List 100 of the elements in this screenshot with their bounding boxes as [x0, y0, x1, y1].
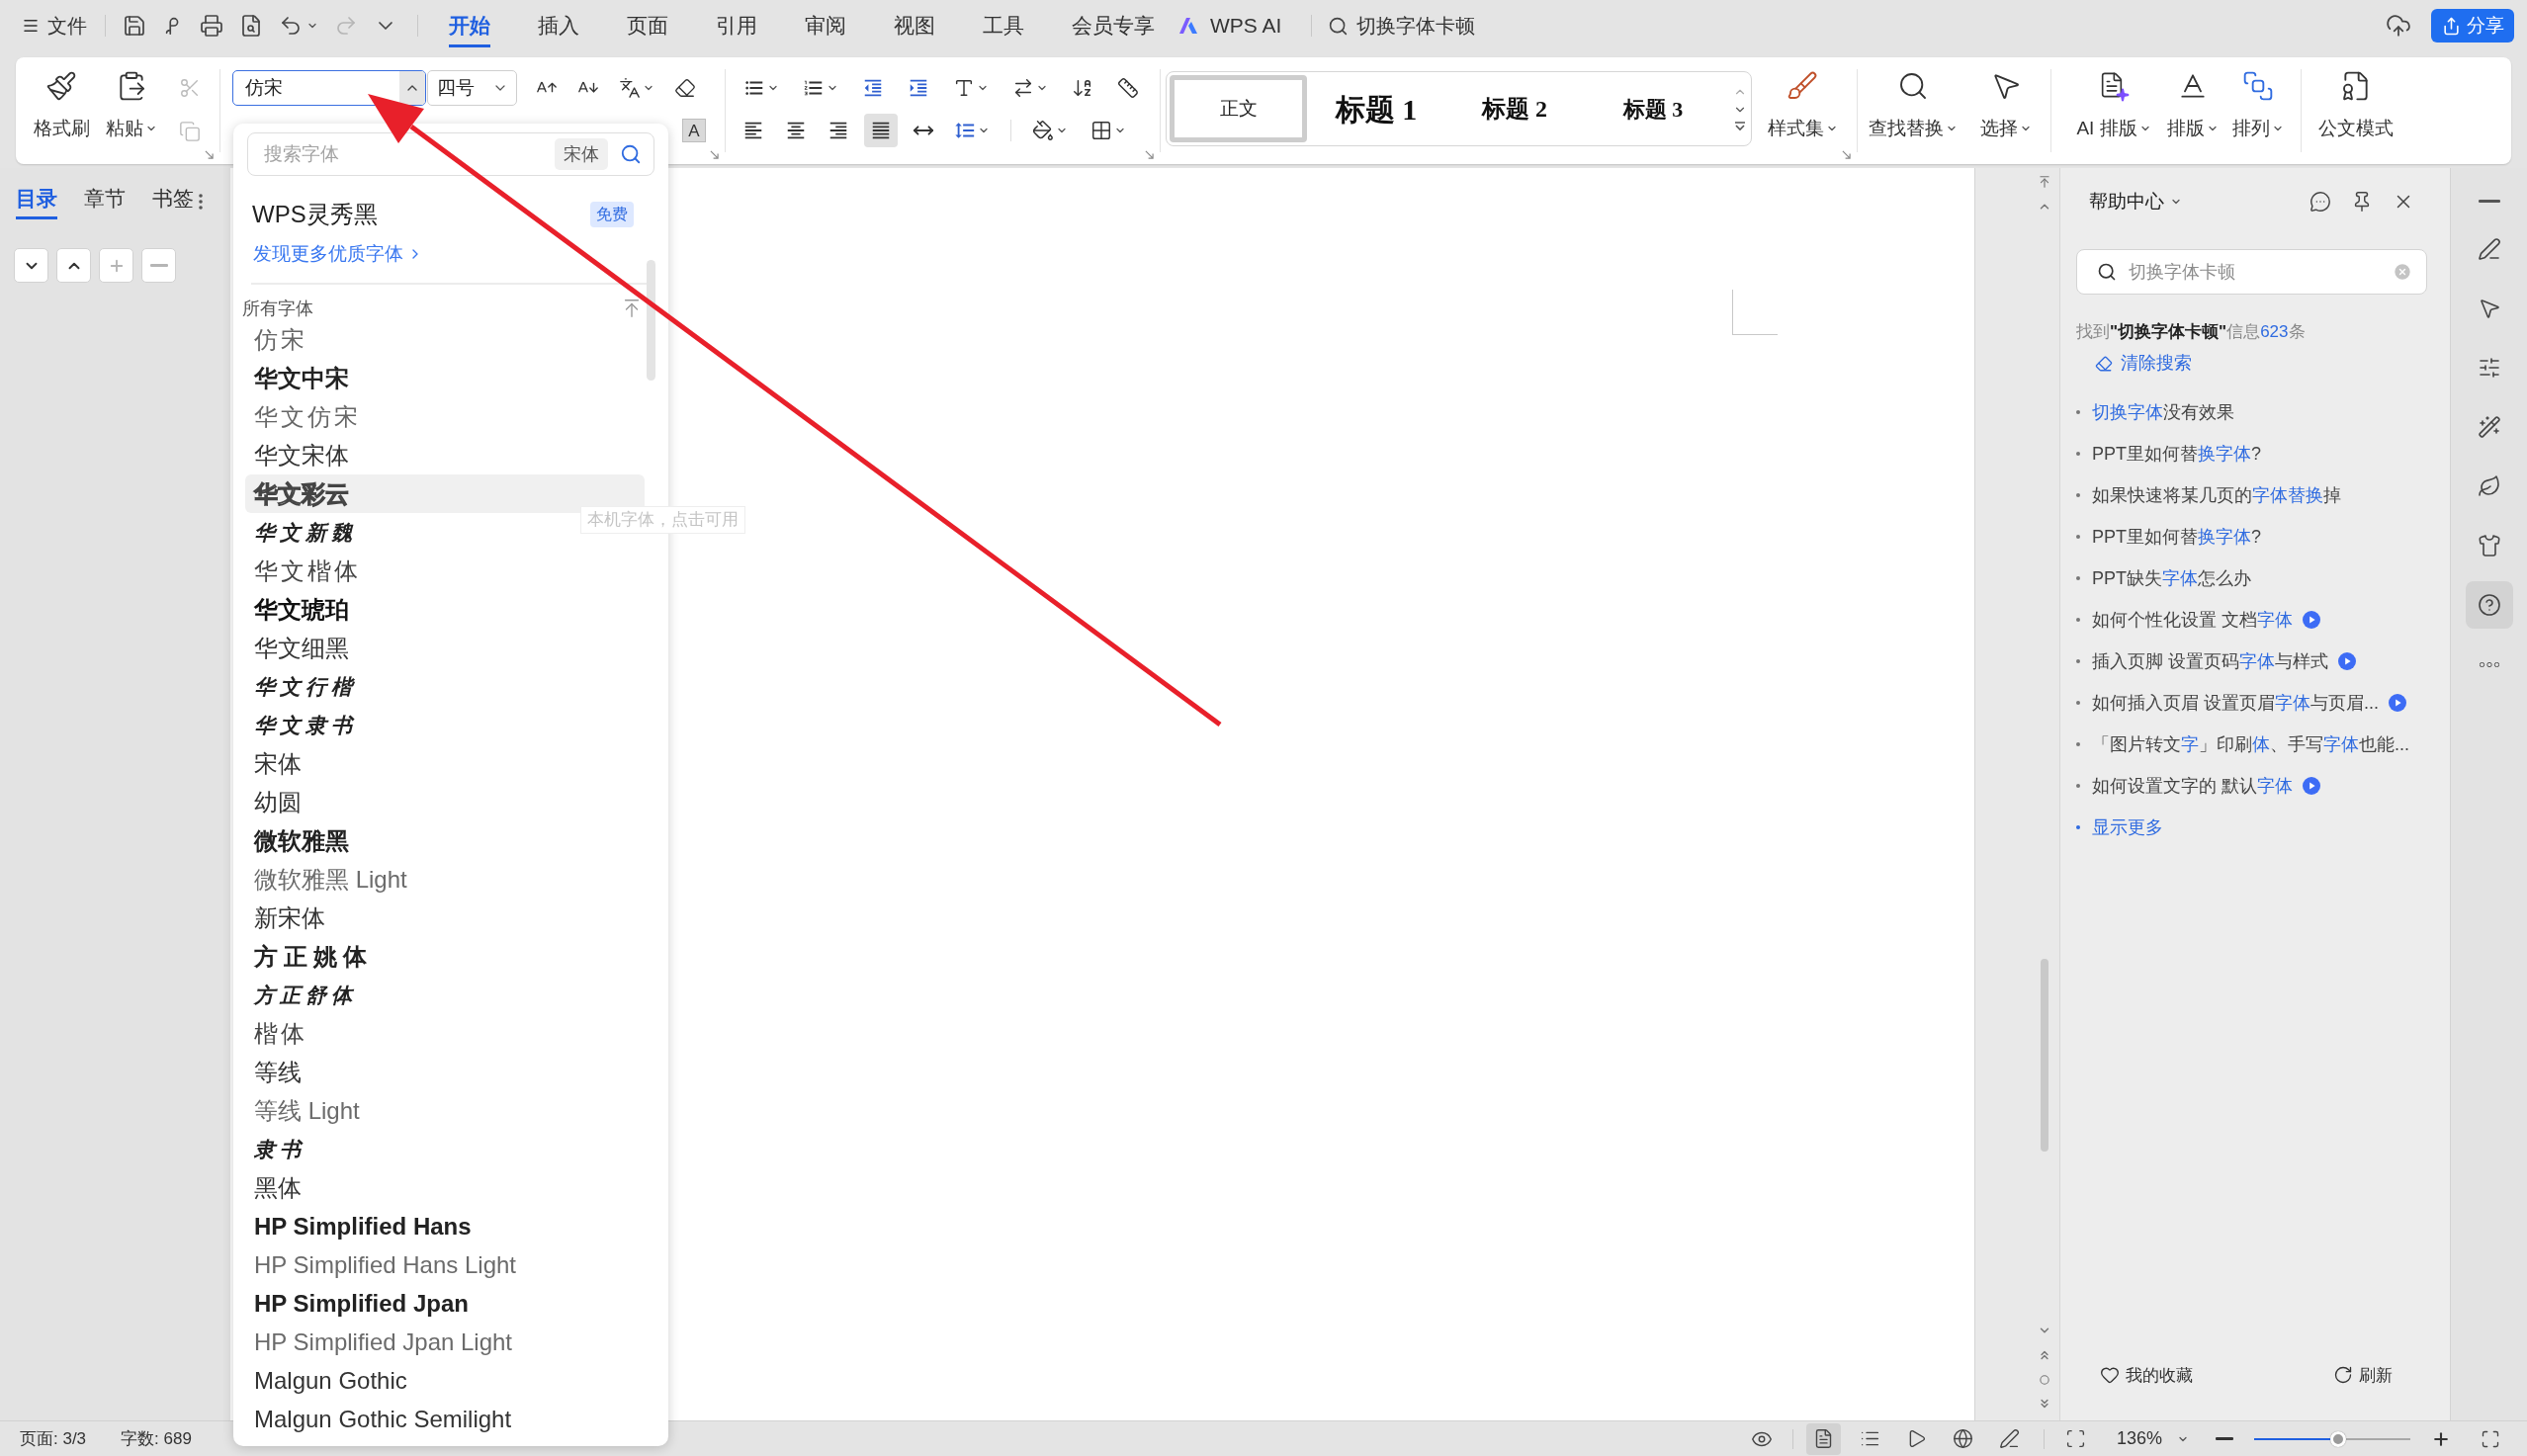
- view-mode-button[interactable]: [1805, 1422, 1841, 1455]
- scrollbar-thumb[interactable]: [2041, 959, 2048, 1152]
- search-icon[interactable]: [620, 143, 642, 165]
- help-article-link[interactable]: 切换字体没有效果: [2092, 398, 2234, 426]
- ai-tab[interactable]: WPS AI: [1178, 0, 1282, 51]
- chat-icon[interactable]: [2309, 191, 2331, 213]
- help-article-link[interactable]: 如何设置文字的 默认字体: [2092, 772, 2293, 800]
- font-option[interactable]: 华文中宋: [245, 359, 645, 397]
- style-item[interactable]: 标题 3: [1584, 75, 1722, 142]
- side-tool-button[interactable]: [2465, 581, 2513, 629]
- menu-tab[interactable]: 引用: [692, 0, 781, 51]
- menu-tab[interactable]: 开始: [425, 0, 514, 51]
- collapse-button[interactable]: [14, 248, 48, 283]
- slider-thumb[interactable]: [2330, 1430, 2347, 1447]
- font-option[interactable]: 新宋体: [245, 899, 645, 937]
- play-icon[interactable]: [2303, 777, 2320, 795]
- fullscreen-icon[interactable]: [2481, 1428, 2500, 1449]
- font-option[interactable]: 华文琥珀: [245, 590, 645, 629]
- menu-tab[interactable]: 工具: [959, 0, 1048, 51]
- help-article-link[interactable]: 如何个性化设置 文档字体: [2092, 606, 2293, 634]
- next-page-icon[interactable]: [2038, 1397, 2051, 1411]
- font-option[interactable]: 华文行楷: [245, 667, 645, 706]
- line-spacing-icon[interactable]: [954, 120, 976, 141]
- featured-font-option[interactable]: WPS灵秀黑: [252, 197, 378, 232]
- help-article-link[interactable]: 插入页脚 设置页码字体与样式: [2092, 647, 2328, 675]
- menu-tab[interactable]: 会员专享: [1048, 0, 1178, 51]
- expand-gallery-icon[interactable]: [1734, 121, 1746, 132]
- scrollbar-thumb[interactable]: [647, 260, 655, 381]
- eraser-icon[interactable]: [674, 77, 696, 99]
- paint-bucket-icon[interactable]: [1032, 120, 1054, 141]
- cloud-upload-icon[interactable]: [2386, 13, 2411, 39]
- font-option[interactable]: 华文宋体: [245, 436, 645, 474]
- font-option[interactable]: 幼圆: [245, 783, 645, 821]
- font-option[interactable]: 仿宋: [245, 320, 645, 359]
- font-option[interactable]: 方正姚体: [245, 937, 645, 976]
- font-option[interactable]: HP Simplified Jpan: [245, 1284, 645, 1323]
- file-menu[interactable]: 文件: [22, 16, 87, 36]
- zoom-slider[interactable]: [2254, 1430, 2410, 1447]
- sort-icon[interactable]: [1072, 77, 1093, 99]
- font-option[interactable]: HP Simplified Jpan Light: [245, 1323, 645, 1361]
- font-option[interactable]: 微软雅黑: [245, 821, 645, 860]
- discover-fonts-link[interactable]: 发现更多优质字体: [253, 241, 423, 267]
- font-option[interactable]: Malgun Gothic Semilight: [245, 1400, 645, 1438]
- font-option[interactable]: 华文楷体: [245, 552, 645, 590]
- share-button[interactable]: 分享: [2431, 9, 2514, 43]
- font-option[interactable]: HP Simplified Hans: [245, 1207, 645, 1245]
- ai-layout-button[interactable]: AI 排版: [2073, 57, 2154, 164]
- style-item[interactable]: 标题 2: [1445, 75, 1584, 142]
- play-icon[interactable]: [2303, 611, 2320, 629]
- favorites-button[interactable]: 我的收藏: [2100, 1362, 2193, 1388]
- swap-arrows-icon[interactable]: [1012, 77, 1034, 99]
- search-field[interactable]: 切换字体卡顿: [1328, 8, 1484, 43]
- typesetting-button[interactable]: 排版: [2166, 57, 2220, 164]
- previous-page-icon[interactable]: [2038, 1348, 2051, 1362]
- ruler-icon[interactable]: [1117, 77, 1139, 99]
- format-painter-button[interactable]: 格式刷: [32, 57, 91, 164]
- font-chip[interactable]: 宋体: [555, 138, 608, 170]
- menu-tab[interactable]: 页面: [603, 0, 692, 51]
- printer-icon[interactable]: [200, 14, 223, 38]
- find-replace-button[interactable]: 查找替换: [1869, 57, 1958, 164]
- document-search-icon[interactable]: [239, 14, 263, 38]
- sidebar-tab[interactable]: 章节: [84, 186, 126, 219]
- font-option[interactable]: 方正舒体: [245, 976, 645, 1014]
- font-option[interactable]: 华文隶书: [245, 706, 645, 744]
- letter-t-icon[interactable]: [953, 77, 975, 99]
- translate-icon[interactable]: [619, 77, 641, 99]
- dialog-launcher-icon[interactable]: [1145, 150, 1154, 159]
- font-option[interactable]: 宋体: [245, 744, 645, 783]
- font-name-combobox[interactable]: 仿宋: [232, 70, 426, 106]
- help-article-link[interactable]: 「图片转文字」印刷体、手写字体也能...: [2092, 730, 2409, 758]
- indent-decrease-icon[interactable]: [862, 77, 884, 99]
- dialog-launcher-icon[interactable]: [710, 150, 719, 159]
- zoom-level-button[interactable]: 136%: [2116, 1425, 2189, 1452]
- arrange-button[interactable]: 排列: [2231, 57, 2285, 164]
- font-option[interactable]: HP Simplified Hans Light: [245, 1245, 645, 1284]
- font-option[interactable]: 华文细黑: [245, 629, 645, 667]
- indent-increase-icon[interactable]: [908, 77, 929, 99]
- dialog-launcher-icon[interactable]: [205, 150, 214, 159]
- font-option[interactable]: 微软雅黑 Light: [245, 860, 645, 899]
- font-search-field[interactable]: 搜索字体 宋体: [247, 132, 654, 176]
- character-shading-button[interactable]: A: [682, 119, 706, 142]
- play-icon[interactable]: [2338, 652, 2356, 670]
- font-option[interactable]: 黑体: [245, 1168, 645, 1207]
- scroll-top-icon[interactable]: [2038, 175, 2051, 189]
- help-article-link[interactable]: PPT里如何替换字体?: [2092, 440, 2262, 468]
- justify-button[interactable]: [864, 114, 898, 147]
- font-option[interactable]: 等线: [245, 1053, 645, 1091]
- menu-tab[interactable]: 插入: [514, 0, 603, 51]
- dialog-launcher-icon[interactable]: [1842, 150, 1851, 159]
- font-option[interactable]: 楷体: [245, 1014, 645, 1053]
- font-option[interactable]: 华文彩云: [245, 474, 645, 513]
- sidebar-tab[interactable]: 目录: [16, 186, 57, 219]
- sidebar-tab[interactable]: 书签: [152, 186, 194, 219]
- undo-icon[interactable]: [279, 14, 303, 38]
- font-size-combobox[interactable]: 四号: [427, 70, 517, 106]
- refresh-button[interactable]: 刷新: [2333, 1362, 2393, 1388]
- menu-tab[interactable]: 视图: [870, 0, 959, 51]
- font-option[interactable]: 等线 Light: [245, 1091, 645, 1130]
- play-icon[interactable]: [2389, 694, 2407, 712]
- select-button[interactable]: 选择: [1980, 57, 2032, 164]
